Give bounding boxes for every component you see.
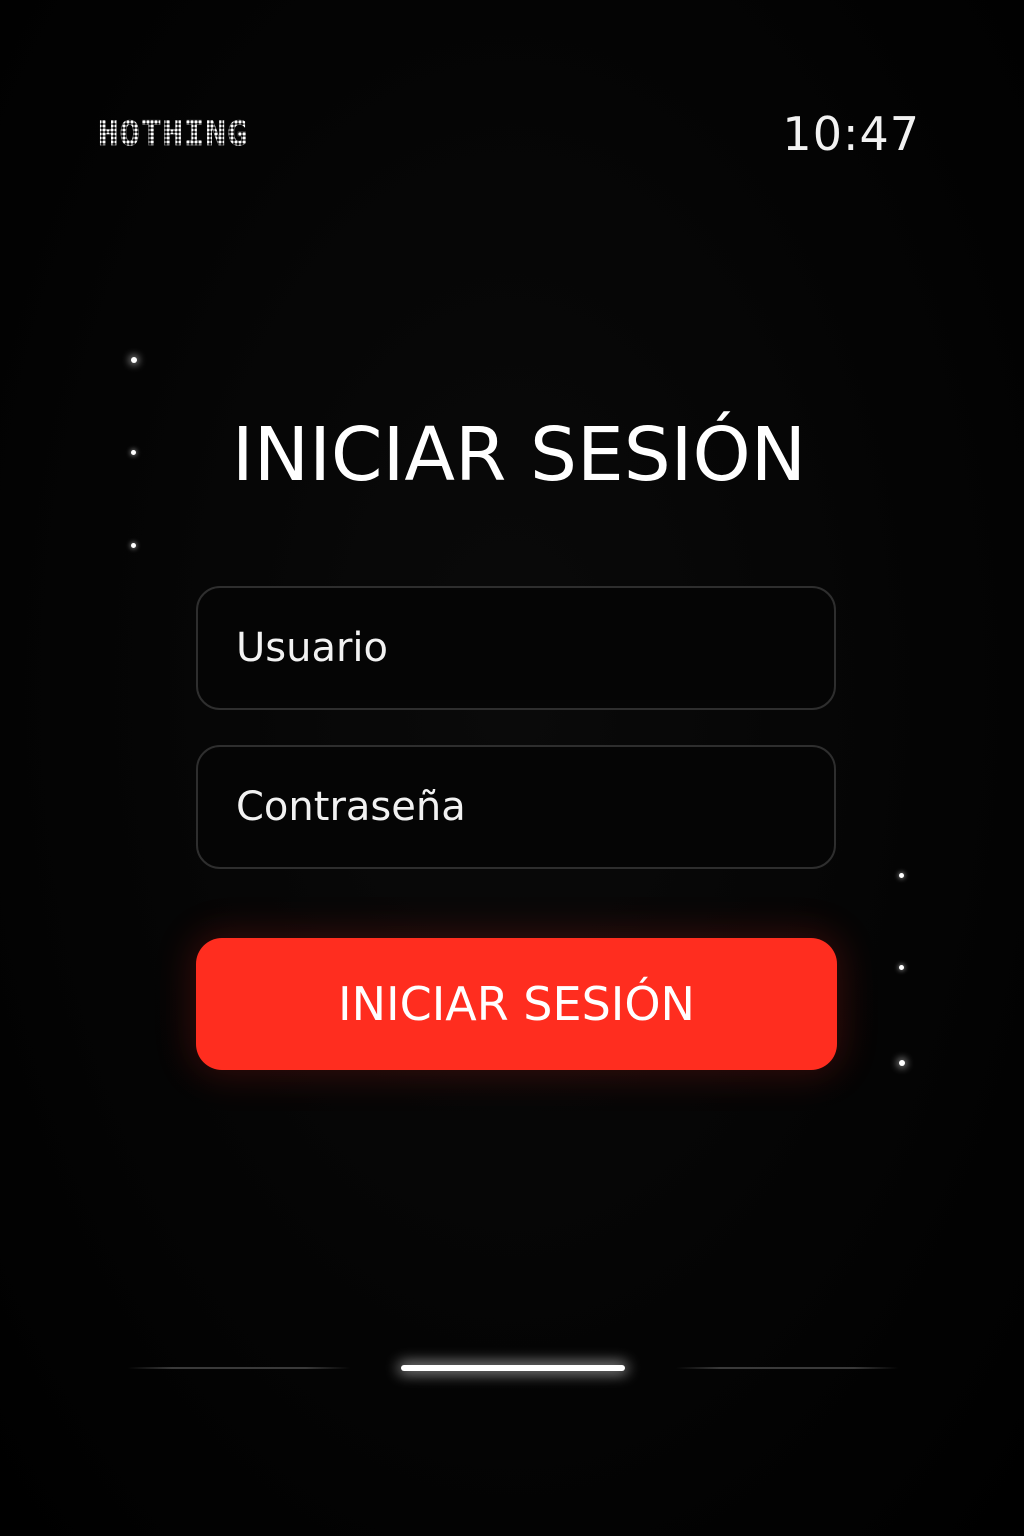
decor-dot [131,543,136,548]
decor-dot [899,1060,905,1066]
username-input[interactable] [198,588,834,708]
password-field[interactable] [196,745,836,869]
username-field[interactable] [196,586,836,710]
decor-dot [899,965,904,970]
decor-dot [899,873,904,878]
page-indicator-item[interactable] [128,1367,350,1369]
decor-dot [131,357,137,363]
password-input[interactable] [198,747,834,867]
page-indicator-item-active[interactable] [401,1365,625,1371]
brand-logo: HOTHING [98,114,249,155]
login-button[interactable]: INICIAR SESIÓN [196,938,837,1070]
clock: 10:47 [782,107,920,161]
page-title: INICIAR SESIÓN [231,412,807,498]
page-indicator-item[interactable] [676,1367,898,1369]
